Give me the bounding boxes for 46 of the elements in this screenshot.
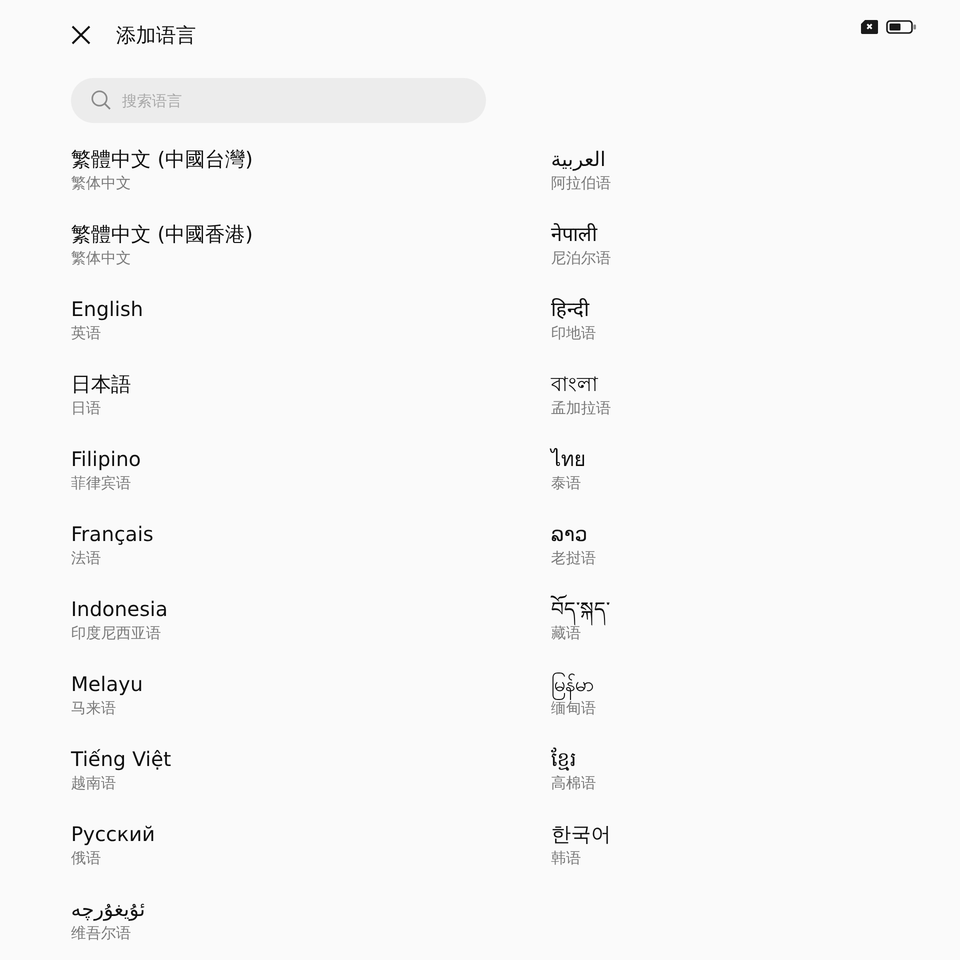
language-name[interactable]: العربية	[551, 146, 606, 172]
language-name[interactable]: Français	[71, 521, 154, 547]
language-translation: 尼泊尔语	[551, 248, 611, 269]
language-name[interactable]: 日本語	[71, 371, 131, 397]
battery-icon	[886, 20, 916, 34]
language-name[interactable]: 繁體中文 (中國台灣)	[71, 146, 253, 172]
language-translation: 繁体中文	[71, 173, 131, 194]
language-translation: 泰语	[551, 473, 581, 494]
language-name[interactable]: नेपाली	[551, 221, 597, 247]
language-translation: 藏语	[551, 624, 581, 644]
language-translation: 孟加拉语	[551, 398, 611, 419]
language-name[interactable]: ខ្មែរ	[551, 746, 576, 772]
language-name[interactable]: Tiếng Việt	[71, 746, 172, 772]
language-name[interactable]: বাংলা	[551, 371, 598, 397]
sim-card-icon	[861, 20, 878, 34]
language-translation: 老挝语	[551, 548, 596, 569]
language-translation: 阿拉伯语	[551, 173, 611, 194]
language-name[interactable]: 繁體中文 (中國香港)	[71, 221, 253, 247]
language-translation: 马来语	[71, 698, 116, 719]
close-icon	[71, 25, 91, 45]
language-translation: 俄语	[71, 848, 101, 869]
language-name[interactable]: Русский	[71, 821, 155, 847]
language-translation: 维吾尔语	[71, 923, 131, 944]
language-translation: 高棉语	[551, 773, 596, 794]
language-translation: 日语	[71, 398, 101, 419]
language-name[interactable]: Filipino	[71, 446, 141, 472]
language-translation: 繁体中文	[71, 248, 131, 269]
language-name[interactable]: हिन्दी	[551, 296, 589, 322]
language-translation: 印度尼西亚语	[71, 623, 161, 644]
language-name[interactable]: Melayu	[71, 671, 143, 697]
language-translation: 韩语	[551, 848, 581, 869]
language-translation: 英语	[71, 323, 101, 344]
search-field[interactable]: 搜索语言	[71, 78, 486, 123]
language-translation: 法语	[71, 548, 101, 569]
language-name[interactable]: ไทย	[551, 446, 586, 472]
language-name[interactable]: ລາວ	[551, 521, 588, 547]
language-name[interactable]: Indonesia	[71, 596, 168, 622]
language-translation: 印地语	[551, 323, 596, 344]
language-translation: 菲律宾语	[71, 473, 131, 494]
language-translation: 越南语	[71, 773, 116, 794]
language-translation: 缅甸语	[551, 699, 596, 719]
page-title: 添加语言	[116, 22, 196, 49]
language-name[interactable]: 한국어	[551, 821, 611, 847]
language-name[interactable]: English	[71, 296, 144, 322]
search-icon	[91, 90, 111, 110]
language-name[interactable]: ئۇيغۇرچە	[71, 896, 146, 922]
